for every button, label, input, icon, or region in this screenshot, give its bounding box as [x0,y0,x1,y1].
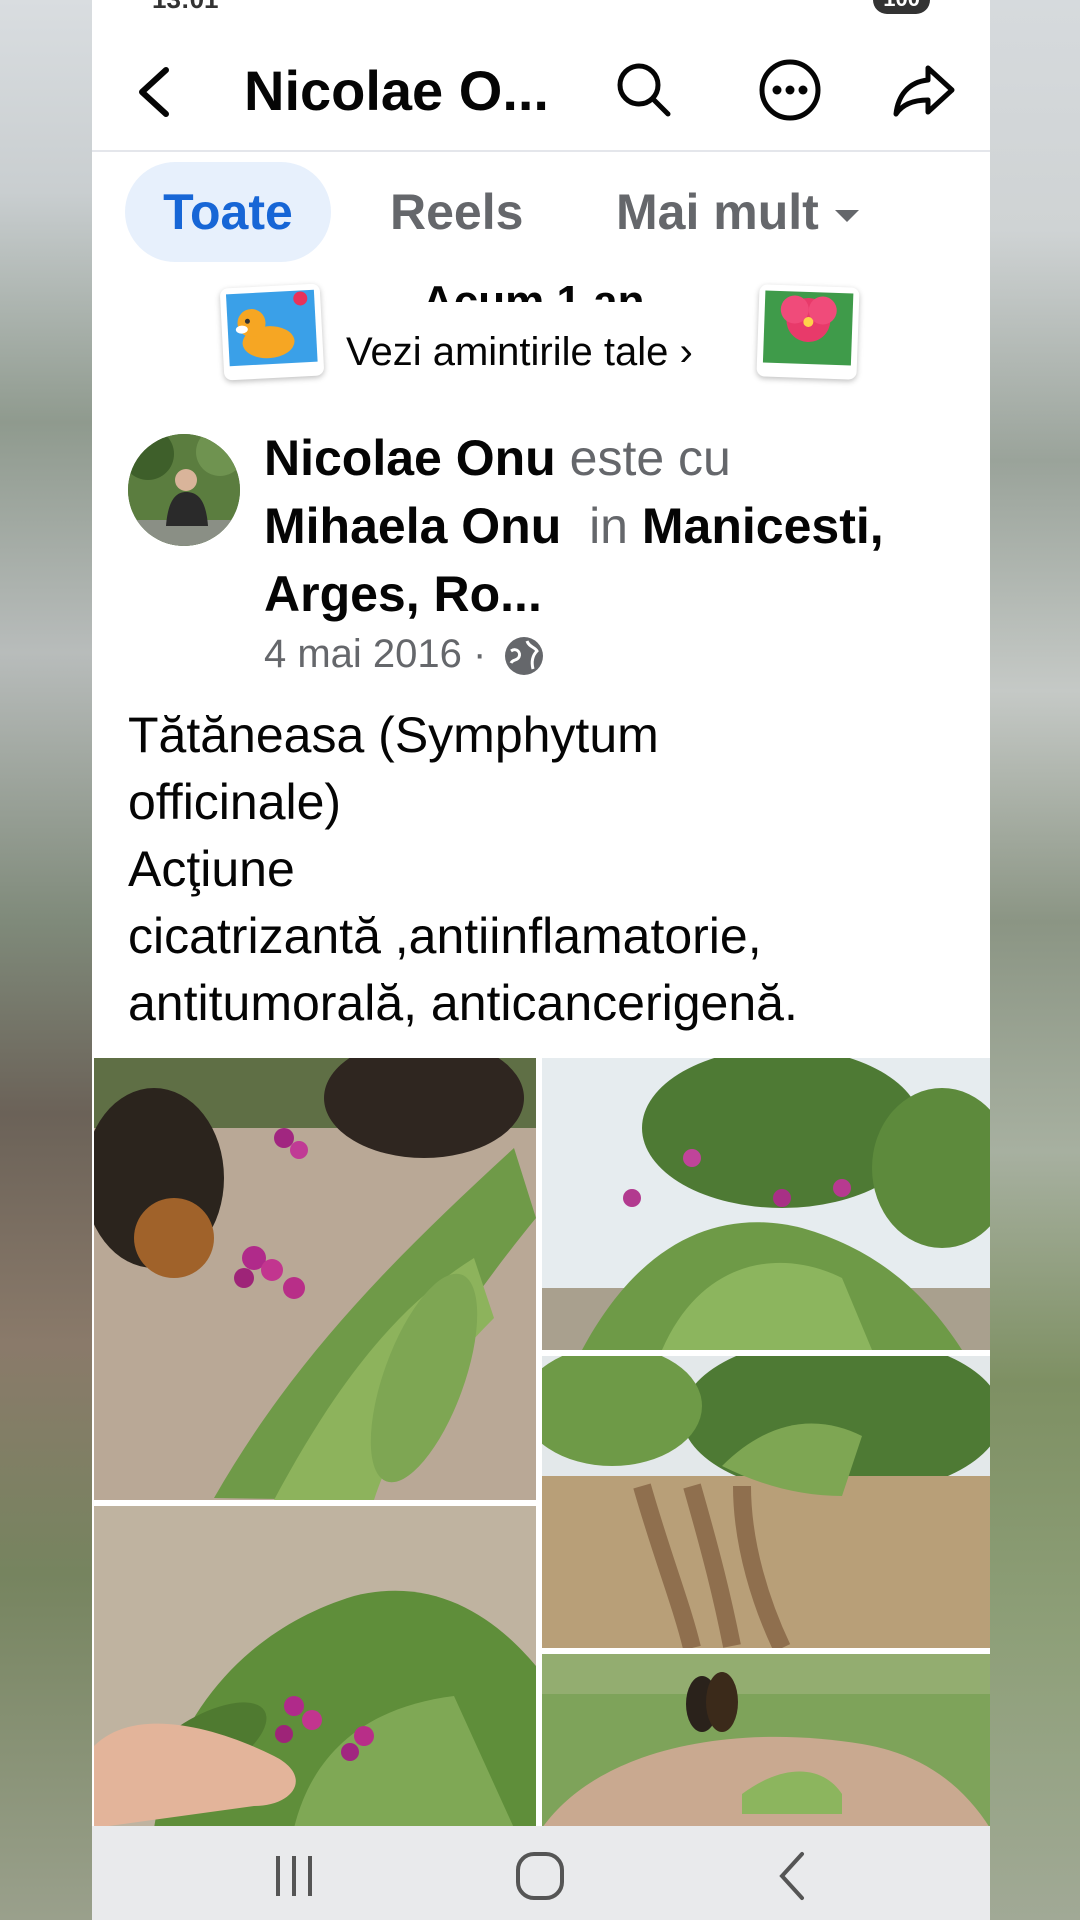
back-chevron-icon[interactable] [132,62,176,122]
status-time: 13:01 [152,0,219,15]
post-date[interactable]: 4 mai 2016 · [264,632,486,676]
post-text-line: antitumorală, anticancerigenă. [128,975,798,1031]
tab-mai-mult-label: Mai mult [616,184,819,240]
top-header: Nicolae O... [92,18,990,152]
post-author-line: Nicolae Onu este cu Mihaela Onu in Manic… [264,424,984,628]
home-icon[interactable] [512,1848,568,1904]
back-nav-icon[interactable] [772,1848,812,1904]
tab-mai-mult[interactable]: Mai mult [616,162,861,262]
page-title: Nicolae O... [244,59,549,122]
more-options-icon[interactable] [758,58,822,122]
photo-hand-flowers[interactable] [94,1506,536,1828]
location-part-1[interactable]: Manicesti, [642,498,884,554]
author-name[interactable]: Nicolae Onu [264,430,556,486]
photo-grid [94,1058,990,1828]
memory-title: Acum 1 an [422,277,645,302]
status-bar: 13:01 100 [92,0,990,18]
photo-comfrey-garden[interactable] [542,1058,990,1350]
post-text-line: Tătăneasa (Symphytum [128,707,659,763]
avatar[interactable] [128,434,240,546]
memories-card[interactable]: Acum 1 an Vezi amintirile tale › [92,277,990,390]
tagged-person[interactable]: Mihaela Onu [264,498,561,554]
photo-comfrey-roots[interactable] [542,1356,990,1648]
tab-toate[interactable]: Toate [125,162,331,262]
with-text: este cu [569,430,731,486]
post-meta: 4 mai 2016 · [264,632,545,677]
memory-link[interactable]: Vezi amintirile tale › [346,330,693,375]
blurred-backdrop-left [0,0,92,1920]
post-text-line: cicatrizantă ,antiinflamatorie, [128,908,762,964]
location-part-2[interactable]: Arges, Ro... [264,566,542,622]
post-text-line: officinale) [128,774,342,830]
hibiscus-sticker-icon [756,284,860,380]
battery-indicator: 100 [873,0,930,14]
globe-icon [505,637,544,676]
tab-reels[interactable]: Reels [390,162,523,262]
photo-dogs-mound[interactable] [542,1654,990,1828]
caret-down-icon [834,209,859,222]
in-text: in [589,498,628,554]
post-body: Tătăneasa (Symphytum officinale) Acţiune… [128,702,968,1037]
android-navigation-bar [92,1826,990,1920]
dog-sticker-icon [219,283,325,381]
share-icon[interactable] [892,58,956,122]
photo-dogs-comfrey[interactable] [94,1058,536,1500]
phone-screen: 13:01 100 Nicolae O... Toate Reels Mai m… [92,0,990,1920]
search-icon[interactable] [612,58,676,122]
recent-apps-icon[interactable] [270,1848,318,1904]
filter-tabs: Toate Reels Mai mult [92,150,990,280]
post-text-line: Acţiune [128,841,295,897]
blurred-backdrop-right [990,0,1080,1920]
